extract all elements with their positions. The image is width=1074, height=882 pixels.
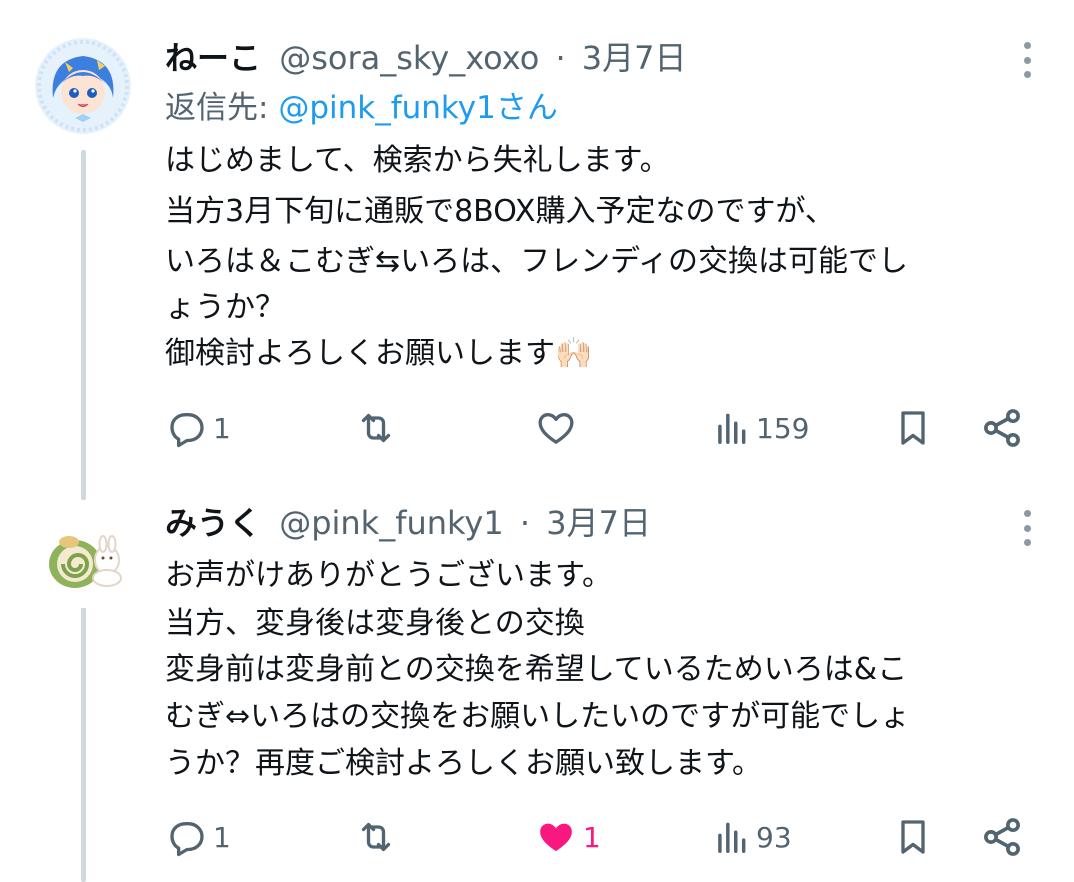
tweet-header: みうく @pink_funky1 · 3月7日: [165, 503, 651, 543]
reply-to-mention[interactable]: @pink_funky1さん: [278, 90, 558, 126]
retweet-button[interactable]: [355, 408, 403, 448]
tweet-header: ねーこ @sora_sky_xoxo · 3月7日: [165, 38, 687, 78]
reply-icon: [170, 822, 204, 857]
retweet-icon: [361, 822, 391, 852]
heart-icon: [538, 413, 574, 444]
views-button[interactable]: 159: [712, 408, 809, 448]
tweet-text-line: むぎ⇔いろはの交換をお願いしたいのですが可能でしょ: [165, 699, 911, 734]
tweet-text-line: うか？再度ご検討よろしくお願い致します。: [165, 746, 762, 781]
thread-line-bottom: [81, 600, 86, 882]
views-count: 159: [756, 411, 810, 445]
tweet-date[interactable]: 3月7日: [546, 504, 651, 542]
reply-to-line: 返信先: @pink_funky1さん: [165, 88, 558, 128]
like-button[interactable]: 1: [535, 817, 601, 857]
tweet-text-line: はじめまして、検索から失礼します。: [165, 143, 670, 178]
reply-button[interactable]: 1: [167, 817, 231, 857]
like-button[interactable]: [535, 408, 583, 448]
display-name[interactable]: みうく: [165, 504, 261, 542]
share-icon: [984, 818, 1020, 856]
reply-icon: [170, 413, 204, 448]
share-button[interactable]: [980, 406, 1024, 450]
reply-count: 1: [213, 411, 231, 445]
avatar[interactable]: [35, 512, 131, 608]
like-count: 1: [583, 820, 601, 854]
views-icon: [718, 822, 746, 853]
more-options-icon[interactable]: [1021, 510, 1033, 546]
tweet-text-line: お声がけありがとうございます。: [165, 558, 612, 593]
reply-to-label: 返信先:: [165, 90, 279, 126]
avatar[interactable]: [35, 38, 131, 134]
retweet-button[interactable]: [355, 817, 403, 857]
bookmark-button[interactable]: [893, 815, 933, 859]
header-separator: ·: [555, 39, 566, 77]
bookmark-button[interactable]: [893, 406, 933, 450]
retweet-icon: [361, 413, 391, 443]
display-name[interactable]: ねーこ: [165, 39, 261, 77]
views-button[interactable]: 93: [712, 817, 792, 857]
heart-filled-icon: [540, 823, 572, 852]
tweet-text-line: 御検討よろしくお願いします🙌🏻: [165, 336, 593, 371]
more-options-icon[interactable]: [1021, 42, 1033, 78]
reply-count: 1: [213, 820, 231, 854]
share-icon: [984, 409, 1020, 447]
views-count: 93: [756, 820, 792, 854]
user-handle[interactable]: @sora_sky_xoxo: [279, 39, 539, 77]
user-handle[interactable]: @pink_funky1: [279, 504, 504, 542]
tweet-date[interactable]: 3月7日: [582, 39, 687, 77]
thread-line-top: [81, 150, 86, 500]
views-icon: [718, 413, 746, 444]
share-button[interactable]: [980, 815, 1024, 859]
tweet-text-line: ょうか？: [165, 290, 285, 325]
tweet-text-line: 当方3月下旬に通販で8BOX購入予定なのですが、: [165, 194, 835, 229]
tweet-text-line: 変身前は変身前との交換を希望しているためいろは&こ: [165, 652, 908, 687]
tweet-text-line: 当方、変身後は変身後との交換: [165, 606, 585, 641]
header-separator: ·: [519, 504, 531, 542]
tweet-text-line: いろは＆こむぎ⇆いろは、フレンディの交換は可能でし: [165, 244, 909, 279]
reply-button[interactable]: 1: [167, 408, 231, 448]
bookmark-icon: [901, 820, 925, 854]
bookmark-icon: [901, 411, 925, 445]
